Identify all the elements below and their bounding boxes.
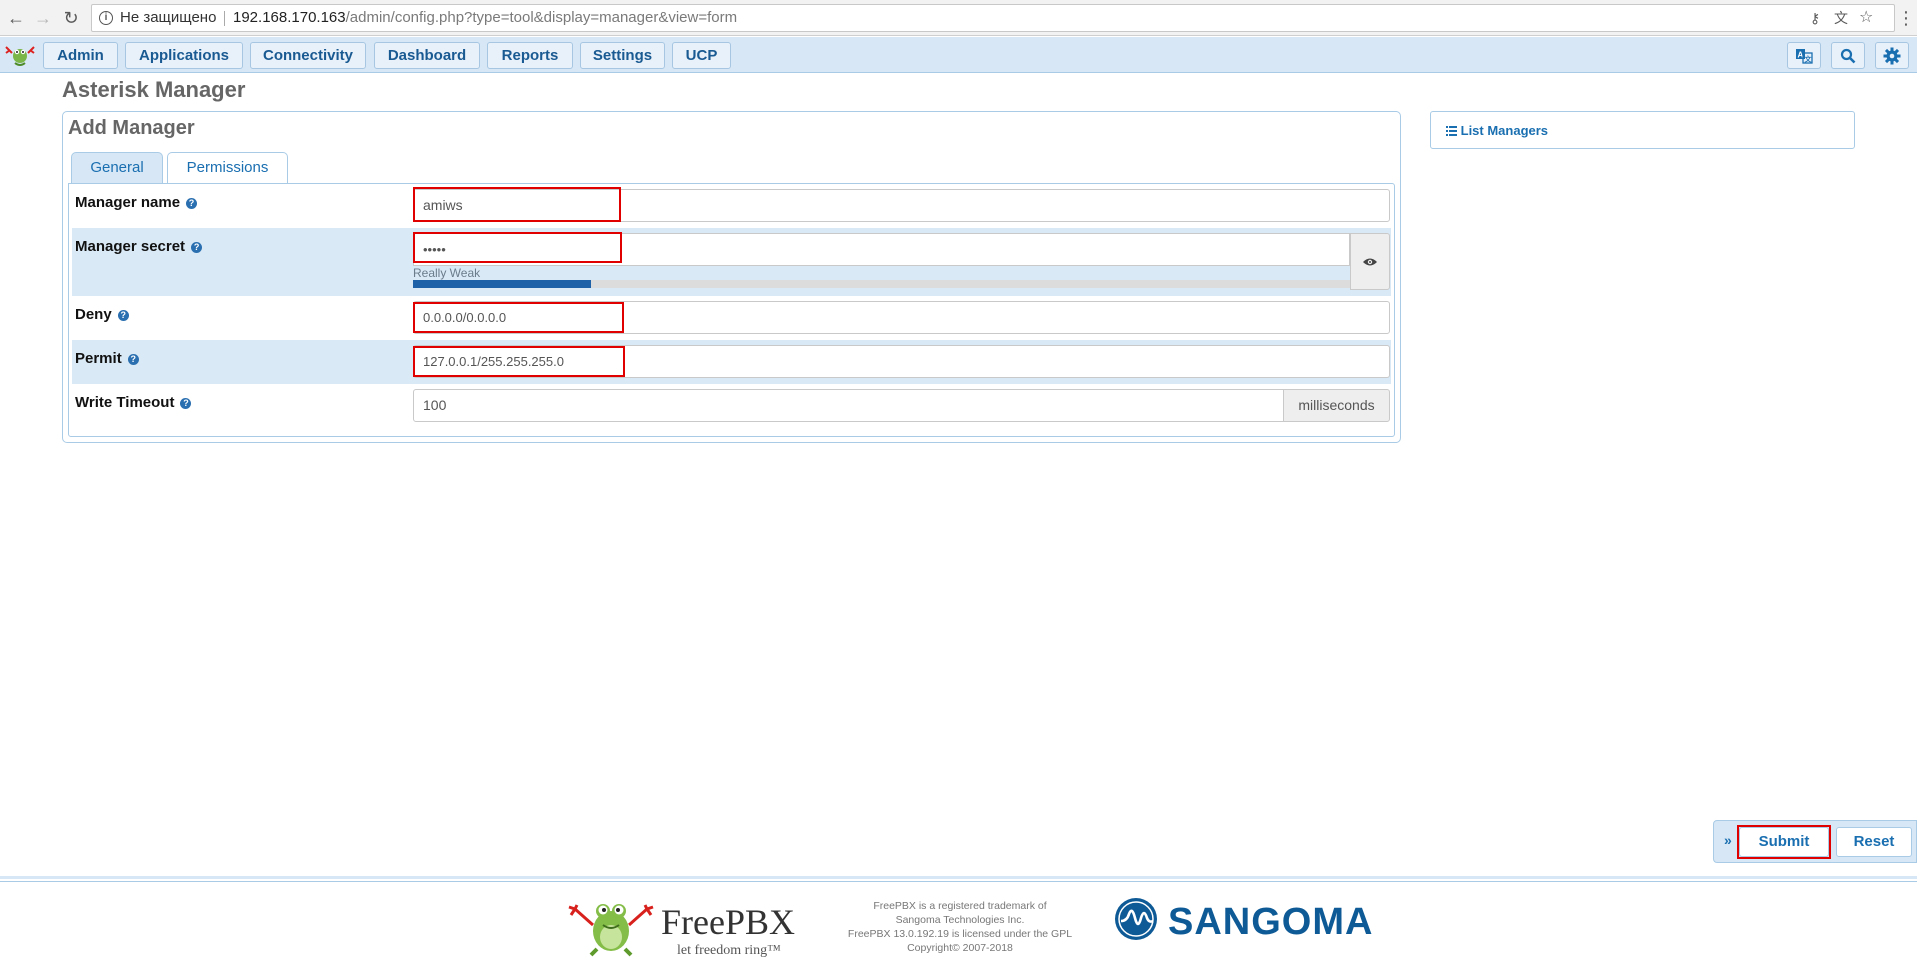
- nav-tab-settings[interactable]: Settings: [580, 42, 665, 69]
- manager-name-label: Manager name?: [75, 194, 198, 211]
- write-timeout-label-text: Write Timeout: [75, 394, 175, 411]
- list-managers-panel: List Managers: [1430, 111, 1855, 149]
- reload-icon[interactable]: ↻: [61, 8, 81, 28]
- url-path: /admin/config.php?type=tool&display=mana…: [345, 9, 738, 26]
- sangoma-logo[interactable]: SANGOMA: [1113, 896, 1413, 946]
- divider: [224, 11, 225, 26]
- legal-line: Copyright© 2007-2018: [907, 942, 1013, 954]
- url-host: 192.168.170.163: [233, 9, 346, 26]
- freepbx-logo-icon[interactable]: [3, 43, 37, 67]
- nav-tab-dashboard[interactable]: Dashboard: [374, 42, 480, 69]
- freepbx-wordmark: FreePBX: [661, 902, 795, 942]
- search-icon[interactable]: [1831, 42, 1865, 69]
- nav-tab-reports[interactable]: Reports: [487, 42, 573, 69]
- frog-icon: [568, 904, 654, 957]
- address-bar[interactable]: i Не защищено 192.168.170.163/admin/conf…: [91, 4, 1895, 32]
- deny-label: Deny?: [75, 306, 129, 323]
- legal-line: FreePBX is a registered trademark of: [873, 900, 1047, 912]
- list-icon: [1446, 126, 1457, 136]
- manager-name-label-text: Manager name: [75, 194, 181, 211]
- freepbx-tagline: let freedom ring™: [677, 943, 781, 958]
- bookmark-star-icon[interactable]: ☆: [1859, 5, 1873, 31]
- help-icon[interactable]: ?: [186, 198, 198, 209]
- permit-label-text: Permit: [75, 350, 122, 367]
- nav-tab-admin[interactable]: Admin: [43, 42, 118, 69]
- security-label: Не защищено: [120, 9, 217, 26]
- list-managers-label: List Managers: [1460, 123, 1549, 138]
- tab-general[interactable]: General: [71, 152, 163, 184]
- deny-input[interactable]: 0.0.0.0/0.0.0.0: [413, 301, 1390, 334]
- browser-toolbar: ← → ↻ i Не защищено 192.168.170.163/admi…: [0, 0, 1917, 36]
- action-bar: » Submit Reset: [1713, 820, 1917, 863]
- sangoma-wordmark: SANGOMA: [1168, 901, 1374, 943]
- deny-row: Deny? 0.0.0.0/0.0.0.0: [72, 296, 1391, 340]
- info-icon[interactable]: i: [99, 11, 113, 25]
- permit-input[interactable]: 127.0.0.1/255.255.255.0: [413, 345, 1390, 378]
- permit-label: Permit?: [75, 350, 139, 367]
- help-icon[interactable]: ?: [191, 242, 203, 253]
- deny-label-text: Deny: [75, 306, 112, 323]
- footer: FreePBX let freedom ring™ FreePBX is a r…: [0, 876, 1917, 976]
- freepbx-footer-logo[interactable]: FreePBX let freedom ring™: [563, 895, 803, 958]
- top-navigation: Admin Applications Connectivity Dashboar…: [0, 37, 1917, 73]
- url-text[interactable]: 192.168.170.163/admin/config.php?type=to…: [233, 5, 737, 31]
- sangoma-wave-icon: [1115, 898, 1157, 940]
- manager-secret-input[interactable]: •••••: [413, 233, 1350, 266]
- manager-name-row: Manager name? amiws: [72, 184, 1391, 226]
- help-icon[interactable]: ?: [180, 398, 192, 409]
- write-timeout-input[interactable]: 100: [413, 389, 1284, 422]
- nav-tab-applications[interactable]: Applications: [125, 42, 243, 69]
- reset-button[interactable]: Reset: [1836, 827, 1912, 857]
- legal-line: Sangoma Technologies Inc.: [895, 914, 1025, 926]
- add-manager-panel: Add Manager General Permissions Manager …: [62, 111, 1401, 443]
- milliseconds-unit-label: milliseconds: [1283, 389, 1390, 422]
- back-arrow-icon[interactable]: ←: [6, 8, 26, 28]
- password-strength-fill: [413, 280, 592, 288]
- key-icon[interactable]: ⚷: [1810, 5, 1820, 31]
- write-timeout-label: Write Timeout?: [75, 394, 192, 411]
- help-icon[interactable]: ?: [117, 310, 129, 321]
- page-title: Asterisk Manager: [62, 77, 246, 102]
- tab-permissions[interactable]: Permissions: [167, 152, 288, 183]
- permit-row: Permit? 127.0.0.1/255.255.255.0: [72, 340, 1391, 384]
- browser-menu-icon[interactable]: ⋮: [1897, 8, 1915, 28]
- nav-tab-ucp[interactable]: UCP: [672, 42, 731, 69]
- collapse-action-bar-icon[interactable]: »: [1724, 832, 1732, 848]
- divider: [0, 881, 1917, 882]
- manager-secret-label-text: Manager secret: [75, 238, 186, 255]
- password-strength-label: Really Weak: [413, 266, 481, 280]
- list-managers-link[interactable]: List Managers: [1446, 123, 1548, 138]
- svg-text:文: 文: [1805, 55, 1813, 64]
- password-strength-meter: [413, 280, 1350, 288]
- nav-tab-connectivity[interactable]: Connectivity: [250, 42, 366, 69]
- show-password-eye-icon[interactable]: [1350, 233, 1390, 290]
- write-timeout-row: Write Timeout? 100 milliseconds: [72, 384, 1391, 430]
- manager-secret-label: Manager secret?: [75, 238, 203, 255]
- manager-secret-row: Manager secret? ••••• Really Weak: [72, 228, 1391, 296]
- general-tab-content: Manager name? amiws Manager secret? ••••…: [68, 183, 1395, 437]
- submit-button[interactable]: Submit: [1739, 827, 1829, 857]
- help-icon[interactable]: ?: [127, 354, 139, 365]
- form-title: Add Manager: [68, 117, 195, 139]
- manager-name-input[interactable]: amiws: [413, 189, 1390, 222]
- legal-notice: FreePBX is a registered trademark of San…: [840, 899, 1080, 955]
- translate-page-icon[interactable]: 文: [1834, 5, 1848, 31]
- gear-icon[interactable]: [1875, 42, 1909, 69]
- legal-line: FreePBX 13.0.192.19 is licensed under th…: [847, 928, 1073, 940]
- forward-arrow-icon[interactable]: →: [33, 8, 53, 28]
- translate-icon[interactable]: A文: [1787, 42, 1821, 69]
